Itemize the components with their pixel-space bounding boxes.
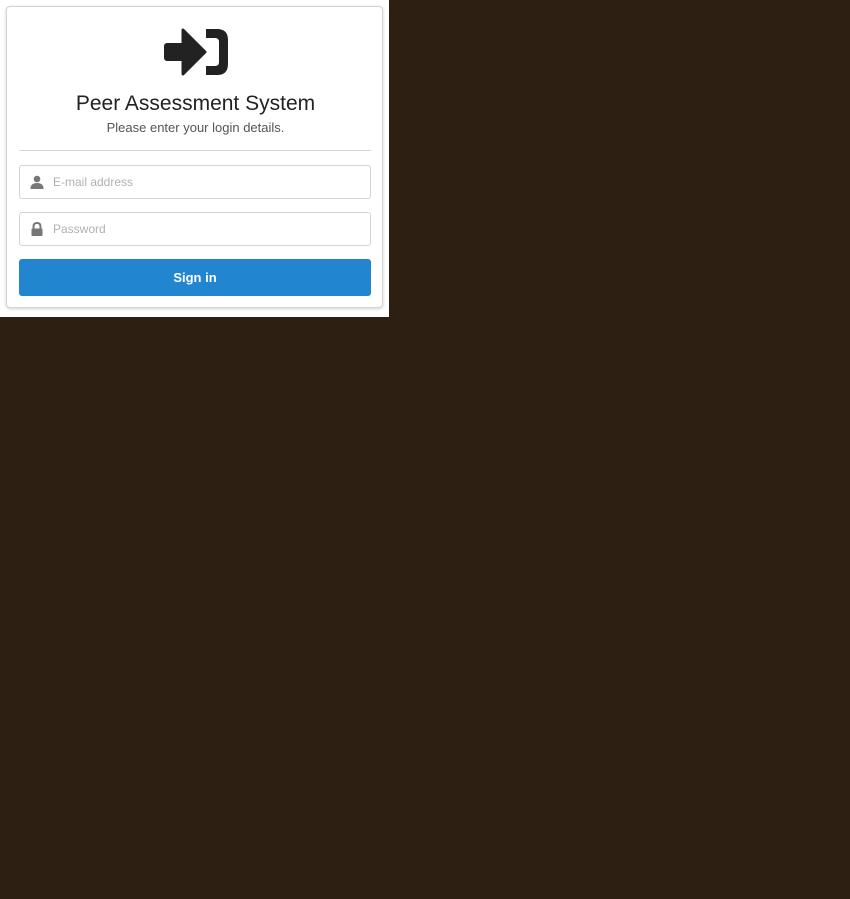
password-field[interactable] (19, 212, 371, 246)
email-field[interactable] (19, 165, 371, 199)
login-card: Peer Assessment System Please enter your… (6, 6, 383, 308)
user-icon (30, 175, 44, 189)
divider (19, 150, 371, 151)
login-instructions: Please enter your login details. (106, 120, 285, 135)
sign-in-button[interactable]: Sign in (19, 259, 371, 296)
login-panel: Peer Assessment System Please enter your… (0, 0, 389, 317)
sign-in-icon (164, 28, 228, 76)
email-input[interactable] (53, 166, 363, 198)
password-input[interactable] (53, 213, 363, 245)
page-title: Peer Assessment System (75, 92, 316, 115)
lock-icon (31, 222, 43, 236)
